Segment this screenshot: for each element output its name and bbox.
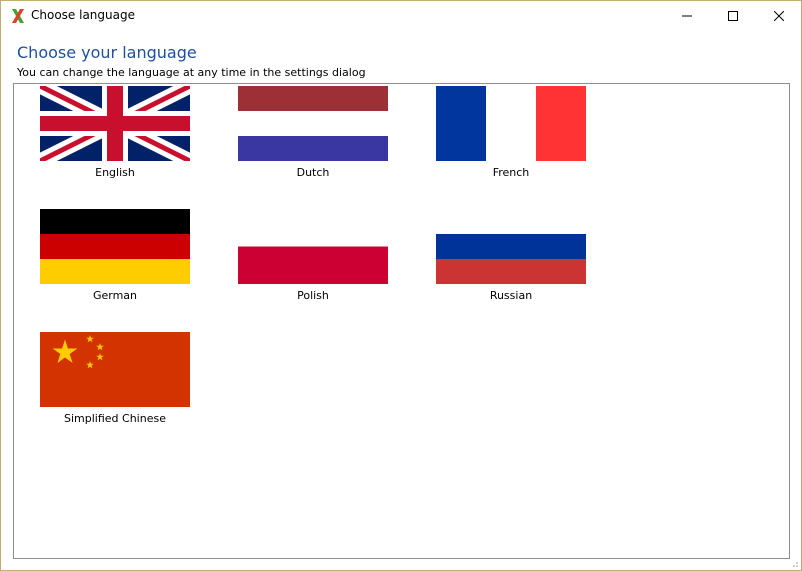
language-label: Polish [297,289,329,302]
title-bar[interactable]: Choose language [1,1,801,31]
netherlands-flag-icon [238,86,388,161]
maximize-icon [728,11,738,21]
close-icon [774,11,784,21]
resize-grip-icon[interactable] [789,558,799,568]
france-flag-icon [436,86,586,161]
dialog-heading: Choose your language [17,43,197,62]
dialog-subheading: You can change the language at any time … [17,66,366,79]
window-title: Choose language [31,8,135,22]
germany-flag-icon [40,209,190,284]
close-button[interactable] [756,1,802,31]
language-dialog: Choose language Choose your language You… [0,0,802,571]
maximize-button[interactable] [710,1,756,31]
minimize-icon [682,15,692,17]
language-label: German [92,289,138,302]
language-list: English Dutch French German Polish Russi… [13,83,790,559]
russia-flag-icon [436,209,586,284]
language-label: Dutch [296,166,330,179]
china-flag-icon [40,332,190,407]
app-x-icon [12,9,24,23]
poland-flag-icon [238,209,388,284]
language-label: French [492,166,530,179]
language-label: Russian [489,289,533,302]
uk-flag-icon [40,86,190,161]
language-label: Simplified Chinese [64,412,166,425]
minimize-button[interactable] [664,1,710,31]
language-label: English [95,166,135,179]
